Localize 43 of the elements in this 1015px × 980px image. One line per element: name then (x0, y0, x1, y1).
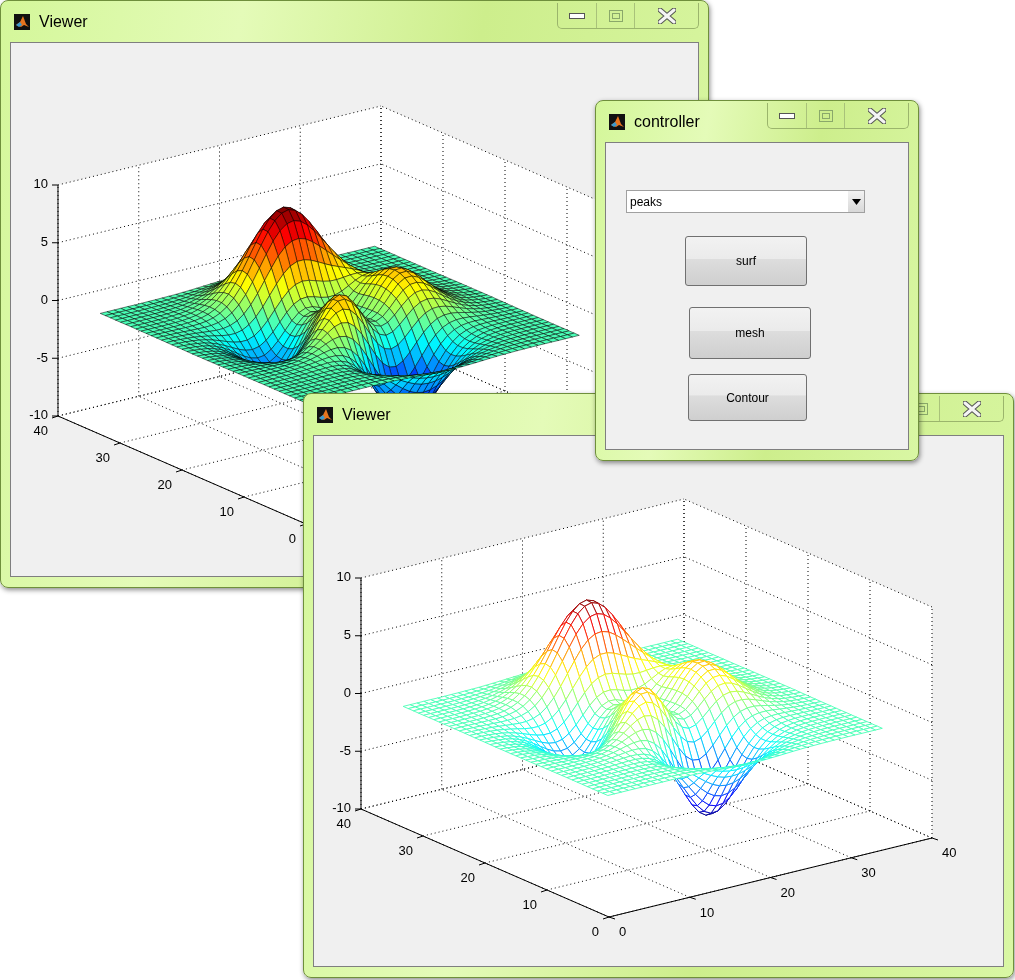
tick-label: -5 (339, 742, 351, 758)
tick-label: 20 (460, 870, 475, 886)
app-logo-icon (317, 406, 333, 423)
tick-label: 20 (780, 884, 795, 900)
tick-label: 5 (40, 234, 48, 250)
tick-label: -5 (36, 349, 48, 365)
maximize-icon (608, 9, 623, 22)
tick-label: 40 (33, 423, 48, 439)
app-logo-icon (14, 13, 30, 30)
close-icon (657, 7, 676, 24)
tick-label: 10 (33, 176, 48, 192)
tick-label: 10 (219, 504, 234, 520)
tick-label: 40 (942, 845, 957, 861)
tick-label: 10 (336, 569, 351, 585)
tick-label: 0 (619, 924, 627, 940)
push-button[interactable]: surf (685, 236, 807, 286)
tick-label: 0 (40, 291, 48, 307)
close-icon (867, 107, 886, 124)
tick-label: 10 (699, 904, 715, 920)
tick-label: 0 (288, 531, 296, 547)
tick-label: 0 (591, 924, 599, 940)
tick-label: 5 (343, 627, 351, 643)
caret-icon (851, 198, 861, 205)
app-logo-icon (609, 113, 625, 130)
minimize-icon (779, 112, 795, 119)
tick-label: -10 (332, 800, 351, 816)
tick-label: 20 (157, 477, 172, 493)
push-button[interactable]: Contour (688, 374, 807, 421)
window-title: Viewer (342, 405, 391, 424)
tick-label: 0 (343, 684, 351, 700)
maximize-icon (818, 109, 833, 122)
tick-label: 40 (336, 816, 351, 832)
window-title: Viewer (39, 12, 88, 31)
tick-label: 30 (95, 450, 110, 466)
minimize-icon (569, 12, 585, 19)
dropdown[interactable]: peaks (626, 190, 865, 213)
tick-label: -10 (29, 407, 48, 423)
tick-label: 10 (522, 897, 537, 913)
tick-label: 30 (398, 843, 413, 859)
tick-label: 30 (861, 865, 876, 881)
window-title: controller (634, 112, 700, 131)
close-icon (962, 400, 981, 417)
push-button[interactable]: mesh (689, 307, 811, 359)
